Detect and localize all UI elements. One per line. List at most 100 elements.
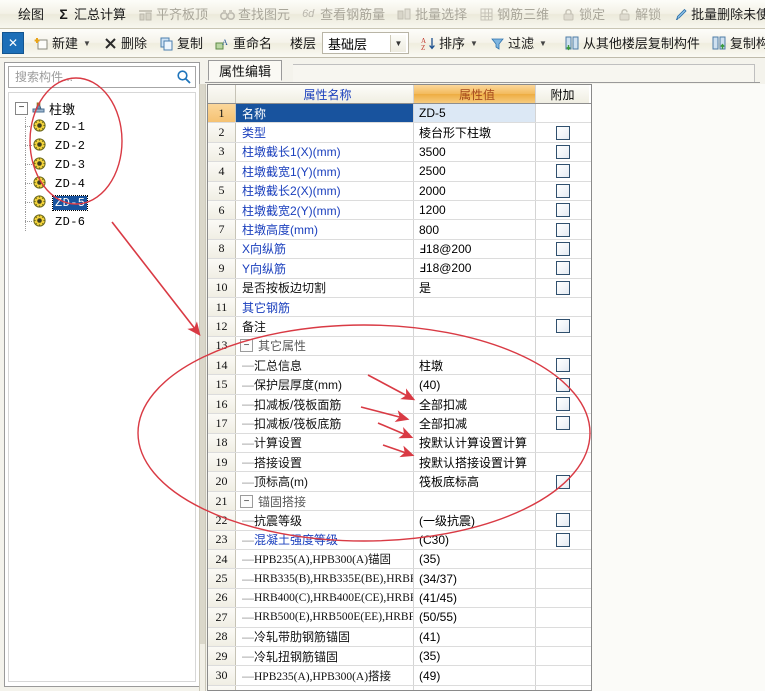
attach-checkbox[interactable] <box>555 319 570 334</box>
table-row[interactable]: 8 X向纵筋 Ⅎ18@200 <box>208 239 591 260</box>
property-name-cell[interactable]: — HPB235(A),HPB300(A)搭接 <box>236 666 414 685</box>
property-name-cell[interactable]: − 其它属性 <box>236 336 414 356</box>
attach-cell[interactable] <box>536 511 589 529</box>
property-name-cell[interactable]: — 汇总信息 <box>236 356 414 375</box>
table-row[interactable]: 27— HRB500(E),HRB500E(EE),HRBF (50/55) <box>208 608 591 628</box>
property-name-cell[interactable]: — HRB500(E),HRB500E(EE),HRBF <box>236 608 414 627</box>
property-name-cell[interactable]: 类型 <box>236 123 414 142</box>
table-row[interactable]: 14— 汇总信息 柱墩 <box>208 356 591 376</box>
row-index[interactable]: 30 <box>208 666 236 685</box>
toolbar-item-view-rebar-qty[interactable]: 6d 查看钢筋量 <box>296 2 391 27</box>
table-row[interactable]: 2 类型 棱台形下柱墩 <box>208 123 591 143</box>
property-name-cell[interactable]: 柱墩截宽2(Y)(mm) <box>236 200 414 220</box>
property-name-cell[interactable]: 柱墩截宽1(Y)(mm) <box>236 162 414 181</box>
attach-cell[interactable] <box>536 666 589 684</box>
attach-cell[interactable] <box>536 104 589 122</box>
row-index[interactable]: 19 <box>208 453 236 472</box>
toolbar-item-align-slab-top[interactable]: 平齐板顶 <box>132 2 214 27</box>
table-row[interactable]: 1 名称 ZD-5 <box>208 104 591 124</box>
attach-checkbox[interactable] <box>555 397 570 412</box>
attach-cell[interactable] <box>536 589 589 607</box>
attach-checkbox[interactable] <box>555 416 570 431</box>
property-name-cell[interactable]: — 扣减板/筏板底筋 <box>236 414 414 433</box>
row-index[interactable]: 3 <box>208 142 236 162</box>
property-name-cell[interactable]: — 顶标高(m) <box>236 472 414 491</box>
toolbar-item-unlock[interactable]: 解锁 <box>611 2 667 27</box>
attach-checkbox[interactable] <box>555 241 570 256</box>
property-value-cell[interactable]: (一级抗震) <box>414 511 536 530</box>
property-value-cell[interactable] <box>414 491 536 511</box>
property-value-cell[interactable] <box>414 297 536 317</box>
table-row[interactable]: 19— 搭接设置 按默认搭接设置计算 <box>208 453 591 473</box>
tree-item-zd-1[interactable]: ZD-1 <box>15 117 195 136</box>
property-value-cell[interactable]: 2000 <box>414 181 536 200</box>
row-index[interactable]: 4 <box>208 162 236 181</box>
attach-checkbox[interactable] <box>555 144 570 159</box>
table-row[interactable]: 7 柱墩高度(mm) 800 <box>208 220 591 240</box>
table-row[interactable]: 11 其它钢筋 <box>208 297 591 318</box>
row-index[interactable]: 18 <box>208 433 236 453</box>
tree-item-zd-3[interactable]: ZD-3 <box>15 155 195 174</box>
row-index[interactable]: 9 <box>208 259 236 278</box>
column-header-name[interactable]: 属性名称 <box>236 85 414 103</box>
close-icon[interactable]: ✕ <box>2 32 24 54</box>
tree-item-zd-5[interactable]: ZD-5 <box>15 193 195 212</box>
table-row[interactable]: 30— HPB235(A),HPB300(A)搭接 (49) <box>208 666 591 686</box>
search-icon[interactable] <box>172 67 195 87</box>
row-index[interactable]: 11 <box>208 297 236 317</box>
sort-button[interactable]: AZ 排序 ▼ <box>415 31 484 56</box>
property-name-cell[interactable]: — 计算设置 <box>236 433 414 453</box>
property-value-cell[interactable]: 全部扣减 <box>414 414 536 433</box>
tree-item-zd-4[interactable]: ZD-4 <box>15 174 195 193</box>
chevron-down-icon[interactable]: ▼ <box>539 39 547 48</box>
property-value-cell[interactable]: Ⅎ18@200 <box>414 239 536 259</box>
property-value-cell[interactable]: 柱墩 <box>414 356 536 375</box>
row-index[interactable]: 8 <box>208 239 236 259</box>
attach-cell[interactable] <box>536 162 589 180</box>
attach-checkbox[interactable] <box>555 474 570 489</box>
property-value-cell[interactable]: 800 <box>414 220 536 239</box>
new-button[interactable]: 新建 ▼ <box>28 31 97 56</box>
row-index[interactable]: 2 <box>208 123 236 142</box>
attach-cell[interactable] <box>536 531 589 549</box>
copy-from-other-floor-button[interactable]: 从其他楼层复制构件 <box>559 31 706 56</box>
row-index[interactable]: 16 <box>208 394 236 414</box>
property-name-cell[interactable]: 备注 <box>236 317 414 336</box>
tree-root-pier[interactable]: − 柱墩 <box>15 99 195 117</box>
row-index[interactable]: 25 <box>208 569 236 588</box>
row-index[interactable]: 15 <box>208 375 236 394</box>
property-value-cell[interactable]: 筏板底标高 <box>414 472 536 491</box>
table-row[interactable]: 31—HRB335(B),HRB335E(BE),HRBF(48/52) <box>208 685 591 690</box>
attach-cell[interactable] <box>536 298 589 316</box>
toolbar-item-batch-select[interactable]: 批量选择 <box>391 2 473 27</box>
property-value-cell[interactable]: (40) <box>414 375 536 394</box>
attach-checkbox[interactable] <box>555 513 570 528</box>
property-name-cell[interactable]: — HRB400(C),HRB400E(CE),HRBF <box>236 588 414 608</box>
property-value-cell[interactable]: 是 <box>414 278 536 297</box>
column-header-attach[interactable]: 附加 <box>536 85 589 103</box>
rename-button[interactable]: A 重命名 <box>209 31 278 56</box>
table-row[interactable]: 24— HPB235(A),HPB300(A)锚固 (35) <box>208 549 591 570</box>
attach-checkbox[interactable] <box>555 203 570 218</box>
table-row[interactable]: 4 柱墩截宽1(Y)(mm) 2500 <box>208 162 591 182</box>
property-name-cell[interactable]: 柱墩高度(mm) <box>236 220 414 239</box>
property-value-cell[interactable]: (41) <box>414 627 536 646</box>
property-value-cell[interactable]: 棱台形下柱墩 <box>414 123 536 142</box>
property-value-cell[interactable]: (49) <box>414 666 536 685</box>
property-name-cell[interactable]: 其它钢筋 <box>236 297 414 317</box>
toolbar-item-draw[interactable]: 绘图 <box>0 2 50 27</box>
property-name-cell[interactable]: — 扣减板/筏板面筋 <box>236 394 414 414</box>
attach-checkbox[interactable] <box>555 261 570 276</box>
row-index[interactable]: 26 <box>208 588 236 608</box>
attach-cell[interactable] <box>536 220 589 238</box>
table-row[interactable]: 17— 扣减板/筏板底筋 全部扣减 <box>208 414 591 434</box>
attach-cell[interactable] <box>536 317 589 335</box>
table-row[interactable]: 9 Y向纵筋 Ⅎ18@200 <box>208 259 591 279</box>
attach-cell[interactable] <box>536 143 589 161</box>
table-row[interactable]: 29— 冷轧扭钢筋锚固 (35) <box>208 646 591 667</box>
row-index[interactable]: 17 <box>208 414 236 433</box>
property-value-cell[interactable]: (34/37) <box>414 569 536 588</box>
row-index[interactable]: 1 <box>208 104 236 123</box>
property-value-cell[interactable]: Ⅎ18@200 <box>414 259 536 278</box>
property-name-cell[interactable]: 是否按板边切割 <box>236 278 414 297</box>
